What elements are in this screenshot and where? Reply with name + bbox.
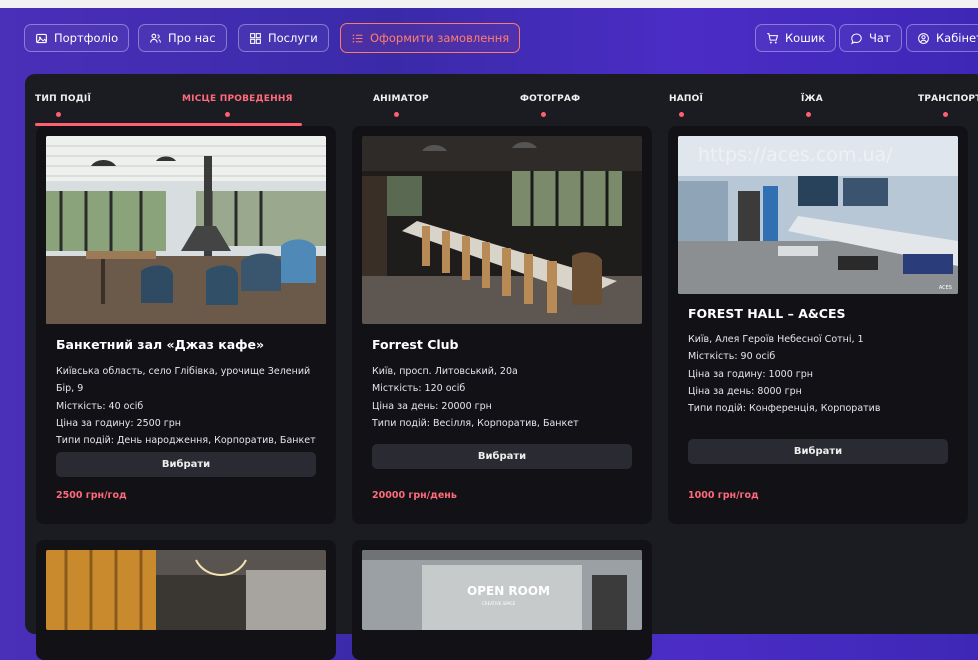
venue-price-hour: Ціна за годину: 1000 грн (688, 368, 813, 380)
tab-dot (541, 112, 546, 117)
nav-about-button[interactable]: Про нас (138, 24, 227, 52)
list-icon (352, 33, 363, 43)
tab-food[interactable]: ЇЖА (801, 94, 823, 117)
nav-portfolio-label: Портфоліо (54, 31, 119, 45)
venue-info: Київ, Алея Героїв Небесної Сотні, 1 Міст… (688, 331, 953, 417)
venue-event-types: Типи подій: День народження, Корпоратив,… (56, 435, 316, 447)
venue-address: Київ, Алея Героїв Небесної Сотні, 1 (688, 334, 864, 345)
nav-order-label: Оформити замовлення (370, 31, 510, 45)
venue-photo: OPEN ROOM CREATIVE SPACE (362, 550, 642, 630)
venue-photo (362, 136, 642, 324)
category-tabs: ТИП ПОДІЇ МІСЦЕ ПРОВЕДЕННЯ АНІМАТОР ФОТО… (35, 94, 978, 128)
image-icon (36, 33, 47, 43)
select-button[interactable]: Вибрати (688, 439, 948, 464)
tab-photographer-label: ФОТОГРАФ (520, 94, 581, 104)
venue-title: Банкетний зал «Джаз кафе» (56, 337, 265, 352)
nav-portfolio-button[interactable]: Портфоліо (24, 24, 130, 52)
venue-capacity: Місткість: 120 осіб (372, 383, 466, 395)
tab-event-type-label: ТИП ПОДІЇ (35, 94, 92, 104)
tab-drinks-label: НАПОЇ (669, 94, 704, 104)
tab-dot (679, 112, 684, 117)
tab-dot (806, 112, 811, 117)
venue-price-day: Ціна за день: 8000 грн (688, 385, 802, 397)
venue-event-types: Типи подій: Весілля, Корпоратив, Банкет (372, 417, 579, 429)
tab-transport[interactable]: ТРАНСПОРТ (918, 94, 978, 117)
venue-title: FOREST HALL – A&CES (688, 306, 846, 321)
tab-dot (943, 112, 948, 117)
tab-animator-label: АНІМАТОР (373, 94, 429, 104)
window-top-edge (0, 0, 978, 8)
venue-card: Банкетний зал «Джаз кафе» Київська облас… (36, 126, 336, 524)
nav-about-label: Про нас (168, 31, 216, 45)
nav-chat-label: Чат (869, 31, 891, 45)
select-button[interactable]: Вибрати (56, 452, 316, 477)
tab-animator[interactable]: АНІМАТОР (373, 94, 429, 117)
tab-food-label: ЇЖА (801, 94, 823, 104)
venue-photo (46, 550, 326, 630)
venue-photo (46, 136, 326, 324)
tab-dot (56, 112, 61, 117)
grid-icon (250, 32, 261, 44)
venue-address: Київська область, село Глібівка, урочище… (56, 366, 311, 395)
tab-photographer[interactable]: ФОТОГРАФ (520, 94, 581, 117)
nav-chat-button[interactable]: Чат (839, 24, 902, 52)
nav-cart-button[interactable]: Кошик (755, 24, 837, 52)
tab-dot (225, 112, 230, 117)
venue-price-hour: Ціна за годину: 2500 грн (56, 417, 181, 429)
venue-price-day: Ціна за день: 20000 грн (372, 400, 492, 412)
tab-transport-label: ТРАНСПОРТ (918, 94, 978, 104)
photo-sign-subtext: CREATIVE SPACE (482, 601, 516, 606)
cart-icon (767, 32, 779, 43)
users-icon (150, 33, 161, 43)
venue-card: Forrest Club Київ, просп. Литовський, 20… (352, 126, 652, 524)
nav-services-button[interactable]: Послуги (238, 24, 329, 52)
nav-order-button[interactable]: Оформити замовлення (340, 23, 521, 53)
venue-price: 20000 грн/день (372, 490, 457, 501)
tab-venue[interactable]: МІСЦЕ ПРОВЕДЕННЯ (182, 94, 293, 117)
venue-photo: https://aces.com.ua/ ACES (678, 136, 958, 294)
venue-card: https://aces.com.ua/ ACES FOREST HALL – … (668, 126, 968, 524)
venue-info: Київ, просп. Литовський, 20а Місткість: … (372, 363, 637, 432)
venue-card (36, 540, 336, 660)
chat-icon (851, 33, 862, 44)
user-circle-icon (918, 32, 929, 44)
select-button[interactable]: Вибрати (372, 444, 632, 469)
photo-sign-text: OPEN ROOM (467, 584, 550, 598)
photo-watermark: https://aces.com.ua/ (698, 144, 893, 166)
tab-dot (394, 112, 399, 117)
photo-tag: ACES (938, 285, 952, 291)
venue-price: 1000 грн/год (688, 490, 759, 501)
venue-event-types: Типи подій: Конференція, Корпоратив (688, 403, 881, 415)
venue-info: Київська область, село Глібівка, урочище… (56, 363, 321, 449)
tab-event-type[interactable]: ТИП ПОДІЇ (35, 94, 92, 117)
venue-title: Forrest Club (372, 337, 459, 352)
tab-venue-label: МІСЦЕ ПРОВЕДЕННЯ (182, 94, 293, 104)
venue-capacity: Місткість: 90 осіб (688, 351, 776, 363)
nav-cabinet-button[interactable]: Кабінет (906, 24, 978, 52)
venue-capacity: Місткість: 40 осіб (56, 400, 144, 412)
venue-card: OPEN ROOM CREATIVE SPACE (352, 540, 652, 660)
nav-services-label: Послуги (268, 31, 318, 45)
venue-address: Київ, просп. Литовський, 20а (372, 366, 518, 377)
nav-cabinet-label: Кабінет (936, 31, 978, 45)
venue-price: 2500 грн/год (56, 490, 127, 501)
tab-drinks[interactable]: НАПОЇ (669, 94, 704, 117)
nav-cart-label: Кошик (785, 31, 826, 45)
